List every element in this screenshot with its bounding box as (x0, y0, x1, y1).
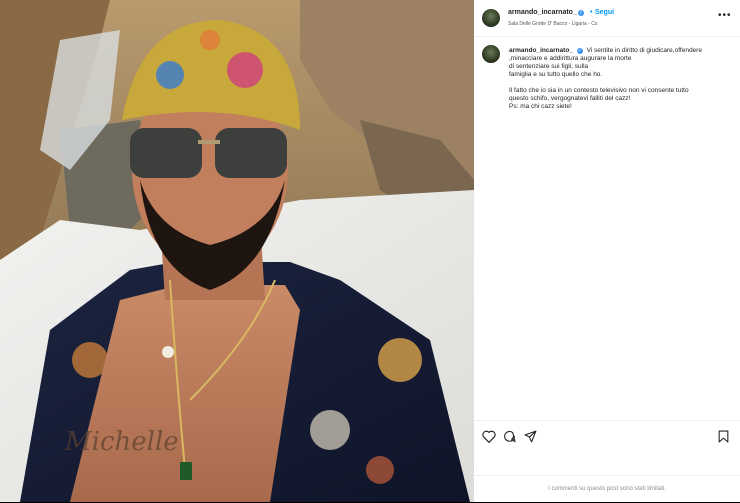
follow-button[interactable]: Segui (595, 9, 614, 16)
caption-username[interactable]: armando_incarnato_ (509, 47, 573, 54)
comments-footer: I commenti su questo post sono stati lim… (474, 475, 740, 503)
post-header: armando_incarnato_ ✓ • Segui Sala Delle … (474, 0, 740, 37)
location-link[interactable]: Sala Delle Grotte D' Bacco - Ligaria - C… (508, 21, 597, 27)
share-icon[interactable] (524, 430, 537, 443)
comments-limited-text: I commenti su questo post sono stati lim… (548, 486, 666, 492)
caption-verified-icon: ✓ (576, 48, 583, 54)
avatar[interactable] (482, 9, 500, 27)
caption-line: questo schifo, vergognatevi falliti del … (509, 95, 631, 102)
caption-line (509, 79, 734, 87)
caption-avatar[interactable] (482, 45, 500, 63)
username[interactable]: armando_incarnato_ (508, 9, 577, 16)
heart-icon[interactable] (482, 430, 496, 443)
post-photo[interactable]: Michelle (0, 0, 474, 502)
caption-line: Il fatto che io sia in un contesto telev… (509, 87, 689, 94)
action-bar (474, 420, 740, 451)
caption-line: famiglia e su tutto quello che ho. (509, 71, 603, 78)
post-caption: armando_incarnato_ ✓ Vi sentite in dirit… (509, 47, 734, 111)
more-options-icon[interactable]: ••• (718, 10, 732, 21)
caption-line: Ps: ma chi cazz siete! (509, 103, 572, 110)
caption-line: Vi sentite in diritto di giudicare,offen… (586, 47, 702, 54)
caption-line: ,minacciare e addirittura augurare la mo… (509, 55, 632, 62)
caption-line: di sentenziare sui figli, sulla (509, 63, 589, 70)
follow-dot: • (590, 9, 593, 16)
verified-badge-icon: ✓ (578, 10, 584, 16)
svg-text:Michelle: Michelle (64, 427, 179, 457)
comment-icon[interactable] (503, 430, 516, 443)
post-details-panel: armando_incarnato_ ✓ • Segui Sala Delle … (474, 0, 740, 502)
bookmark-icon[interactable] (718, 430, 729, 443)
selfie-image: Michelle (0, 0, 474, 502)
